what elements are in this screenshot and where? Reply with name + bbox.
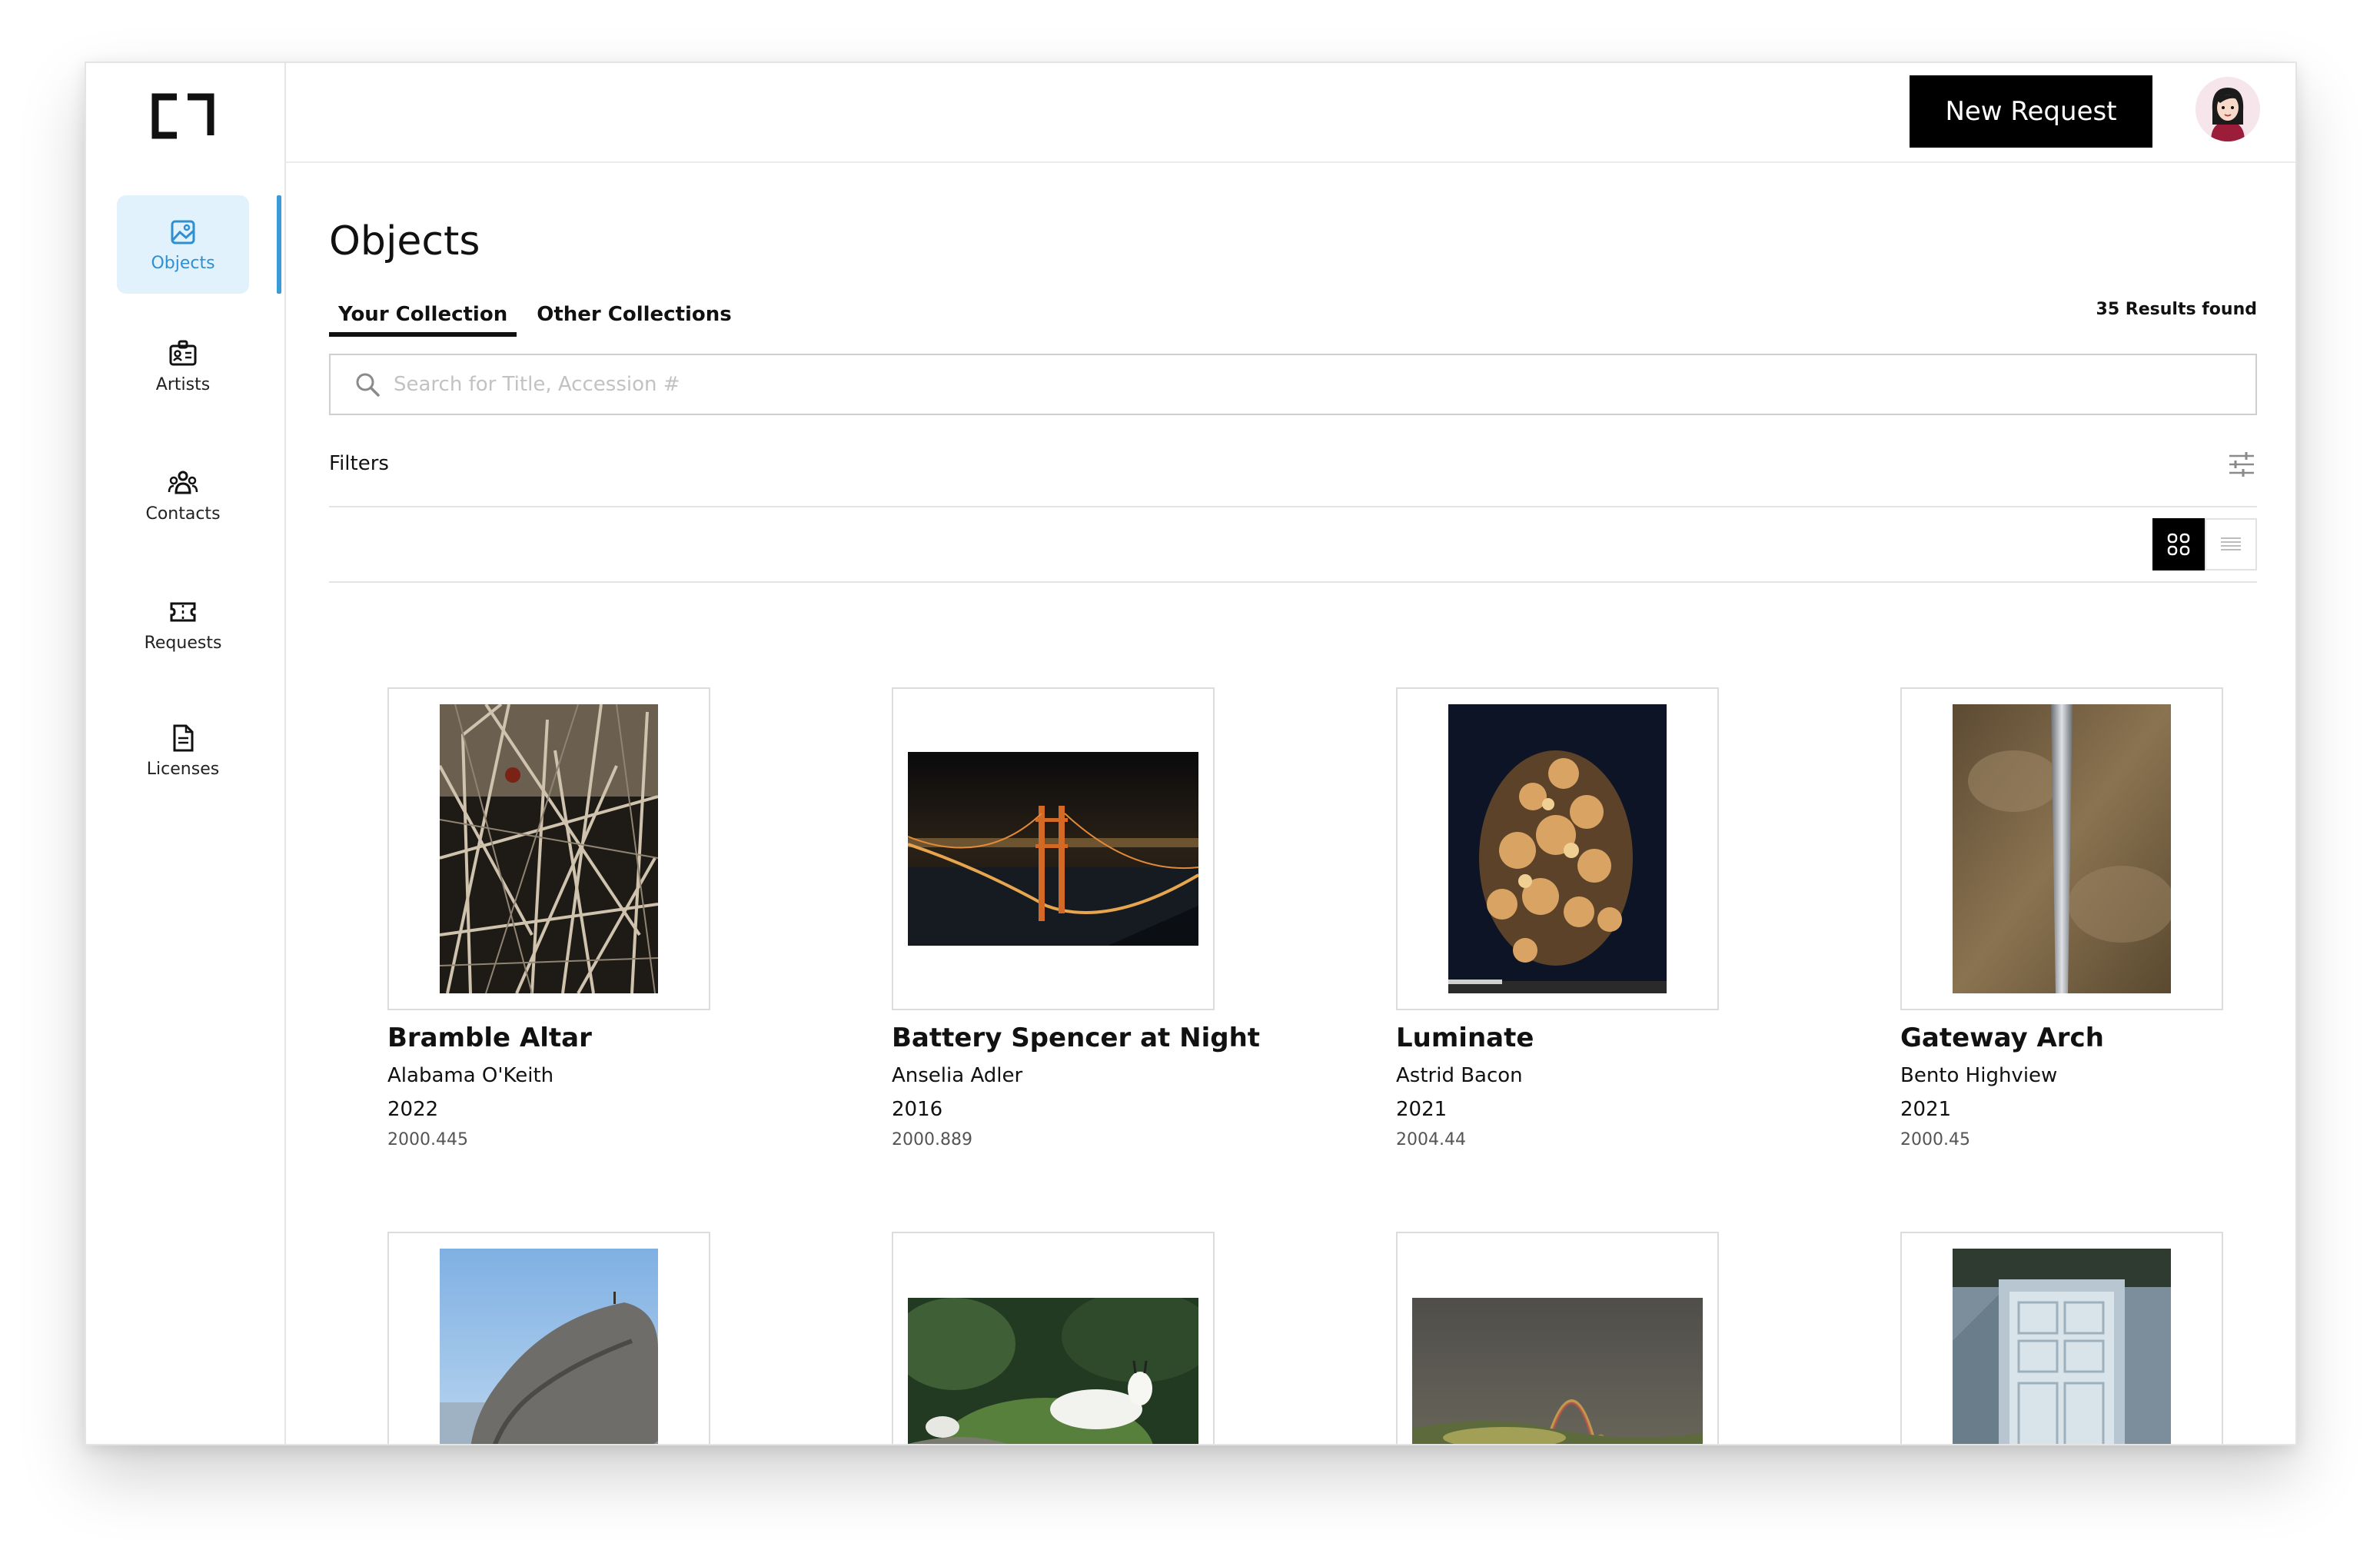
object-card[interactable]: Luminate Astrid Bacon 2021 2004.44 xyxy=(1396,687,1719,1149)
sidebar-item-label: Artists xyxy=(155,374,211,394)
people-icon xyxy=(168,471,198,494)
object-year: 2021 xyxy=(1900,1098,1952,1121)
document-icon xyxy=(173,724,194,751)
sidebar-item-label: Licenses xyxy=(146,759,220,779)
double-rainbow-photo xyxy=(1396,1232,1719,1444)
view-toggle xyxy=(2152,518,2257,570)
object-card[interactable]: Bramble Altar Alabama O'Keith 2022 2000.… xyxy=(387,687,710,1149)
white-door-photo xyxy=(1900,1232,2223,1444)
search-bar xyxy=(329,354,2257,415)
bramble-branches-photo xyxy=(387,687,710,1010)
search-input[interactable] xyxy=(394,373,2255,396)
sidebar-item-artists[interactable]: Artists xyxy=(117,317,249,415)
object-title: Gateway Arch xyxy=(1900,1023,2104,1053)
object-year: 2016 xyxy=(892,1098,943,1121)
object-accession: 2000.445 xyxy=(387,1130,468,1149)
sidebar-item-objects[interactable]: Objects xyxy=(117,195,249,294)
object-accession: 2004.44 xyxy=(1396,1130,1466,1149)
sliders-filter-icon[interactable] xyxy=(2226,449,2257,480)
object-title: Bramble Altar xyxy=(387,1023,592,1053)
object-title: Battery Spencer at Night xyxy=(892,1023,1261,1053)
object-accession: 2000.889 xyxy=(892,1130,972,1149)
user-avatar-icon[interactable] xyxy=(2196,77,2260,141)
golden-gate-night-photo xyxy=(892,687,1215,1010)
object-card[interactable] xyxy=(1900,1232,2223,1444)
main-content: Objects Your Collection Other Collection… xyxy=(286,163,2295,1444)
tab-other-collections[interactable]: Other Collections xyxy=(527,298,741,337)
id-card-icon xyxy=(169,340,197,365)
new-request-button[interactable]: New Request xyxy=(1910,75,2152,148)
sidebar-item-label: Requests xyxy=(144,633,222,653)
object-card[interactable] xyxy=(892,1232,1215,1444)
sidebar: Objects Artists Contacts Requests Licens… xyxy=(86,63,286,1444)
object-artist: Astrid Bacon xyxy=(1396,1064,1523,1087)
page-title: Objects xyxy=(329,218,480,264)
object-artist: Bento Highview xyxy=(1900,1064,2058,1087)
collection-tabs: Your Collection Other Collections xyxy=(329,298,741,337)
object-year: 2021 xyxy=(1396,1098,1448,1121)
list-view-icon xyxy=(2221,537,2241,550)
app-window: Objects Artists Contacts Requests Licens… xyxy=(85,62,2297,1445)
filters-label[interactable]: Filters xyxy=(329,452,389,475)
image-icon xyxy=(171,220,195,244)
arch-reflection-photo xyxy=(1900,687,2223,1010)
sidebar-item-contacts[interactable]: Contacts xyxy=(117,446,249,544)
grid-view-icon xyxy=(2167,533,2190,556)
object-card[interactable] xyxy=(387,1232,710,1444)
object-artist: Anselia Adler xyxy=(892,1064,1023,1087)
filters-row: Filters xyxy=(329,446,2257,507)
object-year: 2022 xyxy=(387,1098,439,1121)
sidebar-item-label: Contacts xyxy=(145,504,221,524)
mountain-goat-photo xyxy=(892,1232,1215,1444)
grid-view-button[interactable] xyxy=(2152,518,2205,570)
view-toggle-row xyxy=(329,507,2257,583)
object-card[interactable] xyxy=(1396,1232,1719,1444)
list-view-button[interactable] xyxy=(2205,518,2257,570)
rock-cliff-photo xyxy=(387,1232,710,1444)
lit-tree-night-photo xyxy=(1396,687,1719,1010)
search-icon xyxy=(356,373,380,397)
object-artist: Alabama O'Keith xyxy=(387,1064,554,1087)
sidebar-item-label: Objects xyxy=(151,253,215,273)
tab-your-collection[interactable]: Your Collection xyxy=(329,298,517,337)
ticket-icon xyxy=(170,602,196,621)
object-card[interactable]: Battery Spencer at Night Anselia Adler 2… xyxy=(892,687,1261,1149)
object-card[interactable]: Gateway Arch Bento Highview 2021 2000.45 xyxy=(1900,687,2223,1149)
object-accession: 2000.45 xyxy=(1900,1130,1970,1149)
object-title: Luminate xyxy=(1396,1023,1534,1053)
active-indicator xyxy=(277,195,281,294)
sidebar-item-requests[interactable]: Requests xyxy=(117,575,249,674)
sidebar-item-licenses[interactable]: Licenses xyxy=(117,701,249,800)
bracket-logo-icon[interactable] xyxy=(151,92,215,140)
top-bar: New Request xyxy=(286,63,2295,163)
results-count: 35 Results found xyxy=(2096,300,2257,319)
